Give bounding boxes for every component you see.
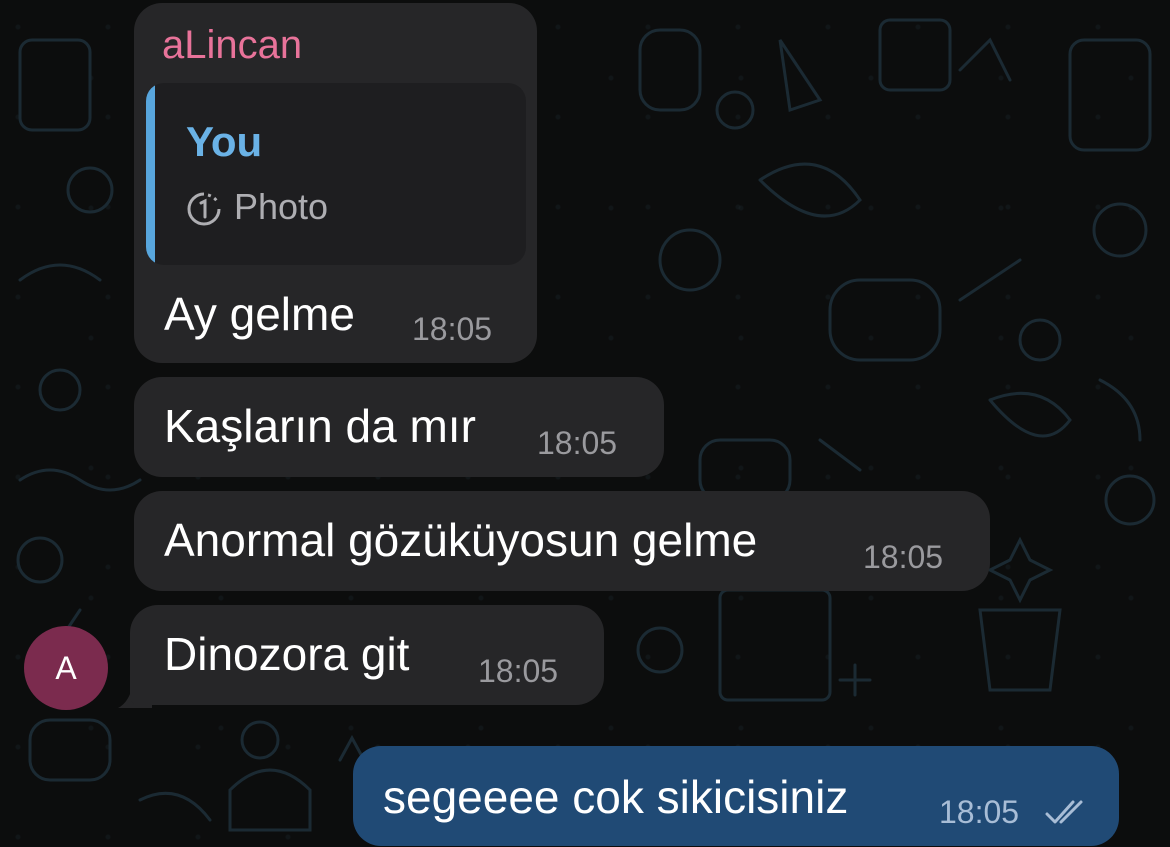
chat-view[interactable]: aLincan You Photo Ay gelme 18:05 Kaşları… [0, 0, 1170, 847]
message-time: 18:05 [939, 794, 1020, 830]
message-text: Kaşların da mır [164, 400, 476, 452]
message-bubble[interactable]: aLincan You Photo Ay gelme 18:05 [134, 3, 537, 363]
message-text: Dinozora git [164, 628, 410, 680]
message-text: segeeee cok sikicisiniz [383, 771, 849, 823]
double-check-icon [1045, 800, 1083, 824]
message-time: 18:05 [412, 311, 493, 347]
reply-label: Photo [234, 186, 329, 227]
outgoing-message-bubble[interactable]: segeeee cok sikicisiniz 18:05 [353, 746, 1119, 846]
message-time: 18:05 [863, 539, 944, 575]
sender-name[interactable]: aLincan [162, 25, 302, 65]
message-bubble[interactable]: Dinozora git 18:05 [130, 605, 604, 705]
avatar[interactable]: A [24, 626, 108, 710]
message-text: Anormal gözüküyosun gelme [164, 514, 758, 566]
view-once-icon [187, 192, 221, 226]
reply-author: You [186, 118, 263, 165]
message-bubble[interactable]: Anormal gözüküyosun gelme 18:05 [134, 491, 990, 591]
message-time: 18:05 [537, 425, 618, 461]
message-text: Ay gelme [164, 288, 355, 340]
reply-preview[interactable]: You Photo [146, 83, 526, 265]
reply-accent-bar [146, 83, 155, 265]
message-bubble[interactable]: Kaşların da mır 18:05 [134, 377, 664, 477]
message-time: 18:05 [478, 653, 559, 689]
